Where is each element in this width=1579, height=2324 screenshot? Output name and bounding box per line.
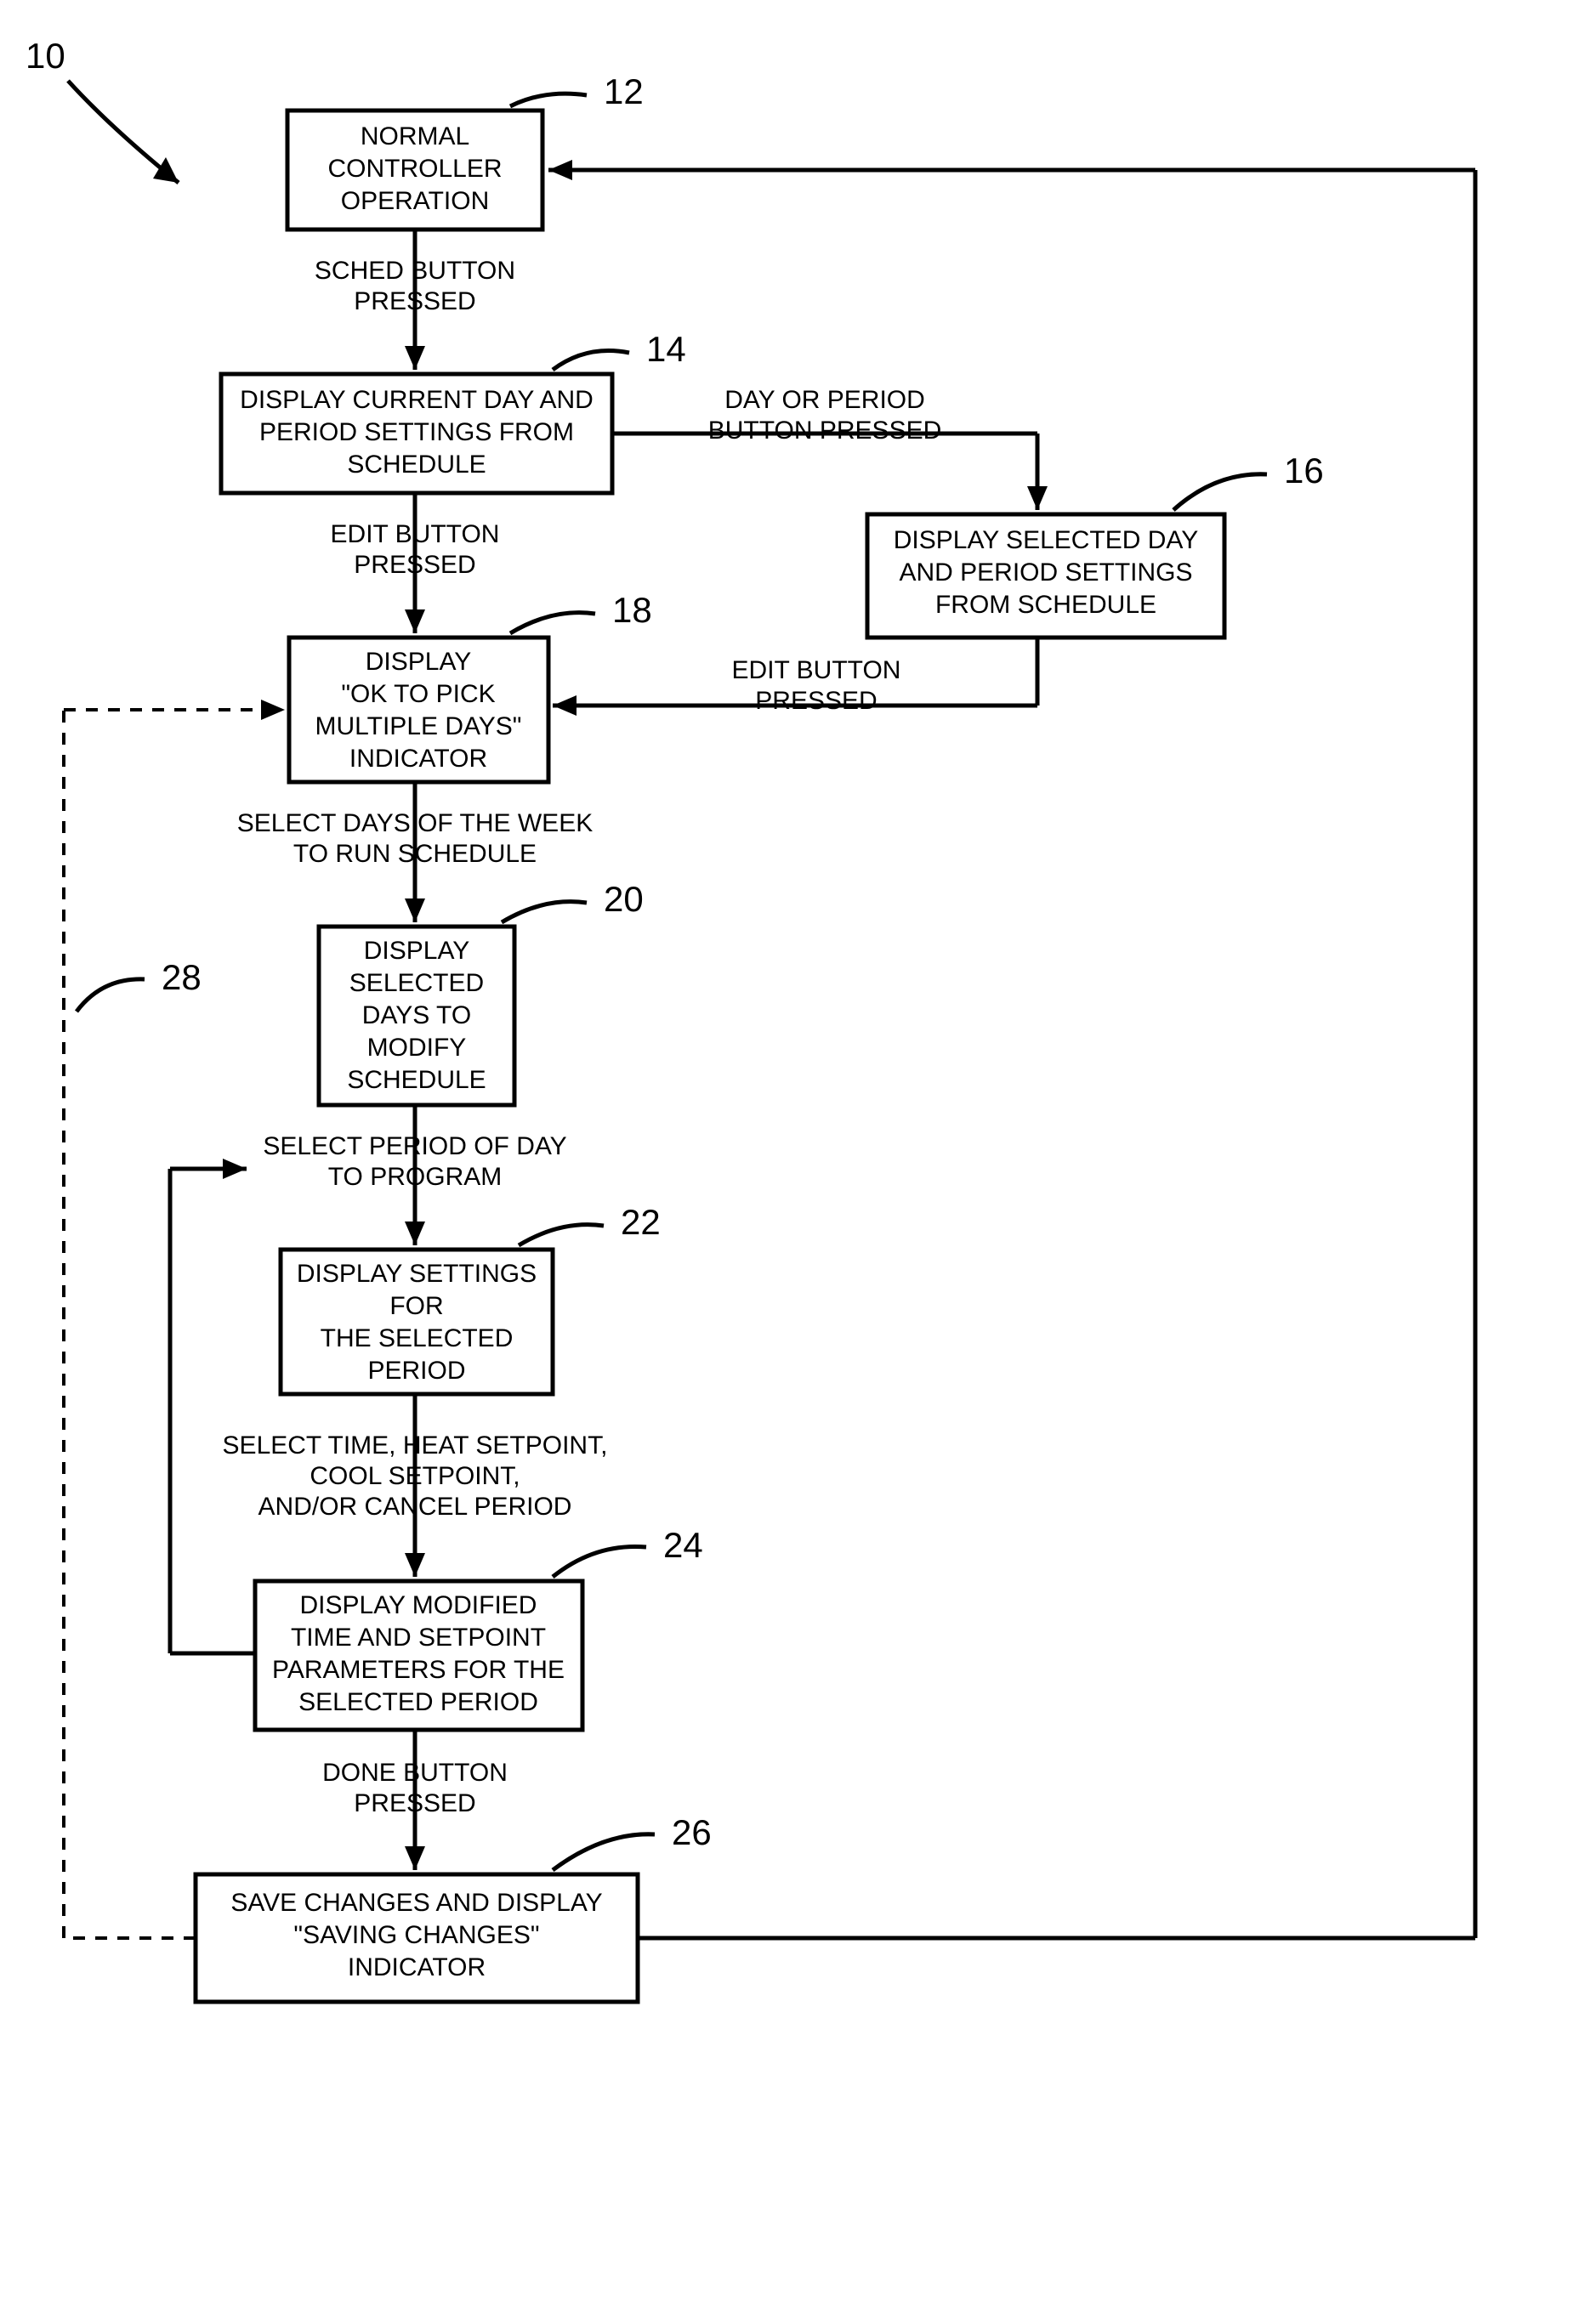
edge12-14-line2: PRESSED (354, 287, 475, 315)
edge16-18-line2: PRESSED (755, 687, 877, 715)
box18-line3: MULTIPLE DAYS" (315, 712, 522, 740)
box12-line1: NORMAL (361, 122, 469, 150)
box26-line1: SAVE CHANGES AND DISPLAY (230, 1889, 602, 1917)
ref-22: 22 (621, 1202, 661, 1242)
box20-line4: MODIFY (367, 1034, 467, 1062)
box20-line1: DISPLAY (364, 937, 470, 965)
box12-line3: OPERATION (341, 187, 489, 215)
edge24-26-line1: DONE BUTTON (322, 1759, 508, 1787)
ref-14: 14 (646, 329, 686, 369)
edge18-20-line1: SELECT DAYS OF THE WEEK (237, 809, 593, 837)
box20-line5: SCHEDULE (347, 1066, 486, 1094)
edge18-20-line2: TO RUN SCHEDULE (293, 840, 537, 868)
edge22-24-line3: AND/OR CANCEL PERIOD (258, 1493, 572, 1521)
box22-line2: FOR (389, 1292, 443, 1320)
ref-28: 28 (162, 957, 202, 997)
box24-line1: DISPLAY MODIFIED (300, 1591, 537, 1619)
box16-line3: FROM SCHEDULE (935, 591, 1156, 619)
edge20-22-line1: SELECT PERIOD OF DAY (263, 1132, 566, 1160)
box20-line2: SELECTED (349, 969, 484, 997)
box18-line2: "OK TO PICK (341, 680, 495, 708)
edge14-16-line2: BUTTON PRESSED (708, 417, 942, 445)
box12-line2: CONTROLLER (327, 155, 502, 183)
box16-line1: DISPLAY SELECTED DAY (894, 526, 1198, 554)
box14-line2: PERIOD SETTINGS FROM (259, 418, 574, 446)
edge22-24-line2: COOL SETPOINT, (310, 1462, 520, 1490)
box22-line4: PERIOD (367, 1357, 465, 1385)
box22-line1: DISPLAY SETTINGS (297, 1260, 537, 1288)
box14-line3: SCHEDULE (347, 451, 486, 479)
ref-24: 24 (663, 1525, 703, 1565)
box24-line3: PARAMETERS FOR THE (272, 1656, 565, 1684)
flowchart-root: 10 NORMAL CONTROLLER OPERATION 12 SCHED … (0, 0, 1579, 2324)
ref-12: 12 (604, 71, 644, 111)
box22-line3: THE SELECTED (321, 1324, 514, 1352)
box26-line2: "SAVING CHANGES" (293, 1921, 539, 1949)
ref-18: 18 (612, 590, 652, 630)
box14-line1: DISPLAY CURRENT DAY AND (240, 386, 594, 414)
edge24-26-line2: PRESSED (354, 1789, 475, 1817)
box24-line2: TIME AND SETPOINT (291, 1624, 546, 1652)
ref-16: 16 (1284, 451, 1324, 490)
ref-20: 20 (604, 879, 644, 919)
box18-line4: INDICATOR (349, 745, 487, 773)
box24-line4: SELECTED PERIOD (298, 1688, 538, 1716)
box18-line1: DISPLAY (366, 648, 472, 676)
edge14-18-line1: EDIT BUTTON (331, 520, 500, 548)
edge14-18-line2: PRESSED (354, 551, 475, 579)
box16-line2: AND PERIOD SETTINGS (899, 558, 1192, 587)
edge20-22-line2: TO PROGRAM (328, 1163, 502, 1191)
edge16-18-line1: EDIT BUTTON (732, 656, 901, 684)
ref-26: 26 (672, 1812, 712, 1852)
ref-root: 10 (26, 36, 65, 76)
edge22-24-line1: SELECT TIME, HEAT SETPOINT, (223, 1431, 608, 1460)
edge12-14-line1: SCHED BUTTON (315, 257, 515, 285)
edge14-16-line1: DAY OR PERIOD (724, 386, 925, 414)
box26-line3: INDICATOR (348, 1953, 486, 1981)
box20-line3: DAYS TO (362, 1001, 471, 1029)
